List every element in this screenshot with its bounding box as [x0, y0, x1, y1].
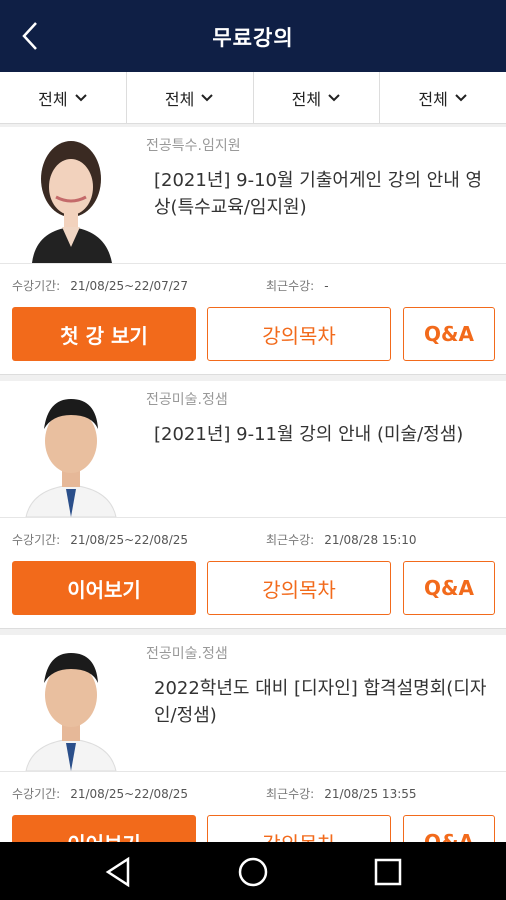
- period-label: 수강기간:: [12, 279, 61, 293]
- period-info: 수강기간: 21/08/25~22/07/27: [12, 277, 188, 294]
- course-title[interactable]: [2021년] 9-10월 기출어게인 강의 안내 영상(특수교육/임지원): [154, 167, 494, 221]
- recent-label: 최근수강:: [266, 787, 315, 801]
- filter-bar: 전체 전체 전체 전체: [0, 72, 506, 124]
- qa-button[interactable]: Q&A: [403, 815, 495, 842]
- divider: [0, 263, 506, 264]
- qa-button[interactable]: Q&A: [403, 561, 495, 615]
- recent-info: 최근수강: 21/08/25 13:55: [266, 785, 417, 802]
- lecture-toc-button[interactable]: 강의목차: [207, 307, 391, 361]
- first-lecture-button[interactable]: 첫 강 보기: [12, 307, 196, 361]
- recent-label: 최근수강:: [266, 533, 315, 547]
- chevron-down-icon: [455, 93, 467, 101]
- period-label: 수강기간:: [12, 533, 61, 547]
- recent-label: 최근수강:: [266, 279, 315, 293]
- system-nav-bar: [0, 842, 506, 900]
- recent-info: 최근수강: -: [266, 277, 329, 294]
- recents-square-icon[interactable]: [372, 856, 404, 888]
- instructor-photo: [12, 131, 130, 263]
- period-info: 수강기간: 21/08/25~22/08/25: [12, 531, 188, 548]
- filter-dropdown-3[interactable]: 전체: [254, 72, 381, 123]
- recent-info: 최근수강: 21/08/28 15:10: [266, 531, 417, 548]
- filter-label: 전체: [164, 89, 195, 109]
- home-circle-icon[interactable]: [237, 856, 269, 888]
- period-label: 수강기간:: [12, 787, 61, 801]
- chevron-down-icon: [328, 93, 340, 101]
- lecture-toc-button[interactable]: 강의목차: [207, 815, 391, 842]
- app-header: 무료강의: [0, 0, 506, 72]
- filter-label: 전체: [291, 89, 322, 109]
- period-value: 21/08/25~22/08/25: [70, 533, 189, 547]
- course-category: 전공미술.정샘: [146, 646, 228, 662]
- filter-label: 전체: [38, 89, 68, 109]
- continue-button[interactable]: 이어보기: [12, 561, 196, 615]
- divider: [0, 771, 506, 772]
- chevron-down-icon: [74, 93, 87, 101]
- course-card[interactable]: 전공미술.정샘 2022학년도 대비 [디자인] 합격설명회(디자인/정샘) 수…: [0, 635, 506, 842]
- lecture-toc-button[interactable]: 강의목차: [207, 561, 391, 615]
- course-card[interactable]: 전공미술.정샘 [2021년] 9-11월 강의 안내 (미술/정샘) 수강기간…: [0, 381, 506, 629]
- course-list[interactable]: 전공특수.임지원 [2021년] 9-10월 기출어게인 강의 안내 영상(특수…: [0, 125, 506, 842]
- course-card[interactable]: 전공특수.임지원 [2021년] 9-10월 기출어게인 강의 안내 영상(특수…: [0, 127, 506, 375]
- recent-value: 21/08/25 13:55: [324, 787, 417, 801]
- period-value: 21/08/25~22/07/27: [70, 279, 189, 293]
- filter-dropdown-2[interactable]: 전체: [127, 72, 254, 123]
- qa-button[interactable]: Q&A: [403, 307, 495, 361]
- course-title[interactable]: [2021년] 9-11월 강의 안내 (미술/정샘): [154, 421, 494, 448]
- filter-dropdown-4[interactable]: 전체: [380, 72, 506, 123]
- chevron-down-icon: [201, 93, 214, 101]
- continue-button[interactable]: 이어보기: [12, 815, 196, 842]
- course-title[interactable]: 2022학년도 대비 [디자인] 합격설명회(디자인/정샘): [154, 675, 494, 729]
- divider: [0, 517, 506, 518]
- filter-dropdown-1[interactable]: 전체: [0, 72, 127, 123]
- instructor-photo: [12, 385, 130, 517]
- back-triangle-icon[interactable]: [102, 856, 134, 888]
- period-value: 21/08/25~22/08/25: [70, 787, 189, 801]
- instructor-photo: [12, 639, 130, 771]
- filter-label: 전체: [418, 89, 448, 109]
- page-title: 무료강의: [212, 26, 294, 50]
- course-category: 전공특수.임지원: [146, 138, 241, 154]
- recent-value: -: [324, 279, 329, 293]
- period-info: 수강기간: 21/08/25~22/08/25: [12, 785, 188, 802]
- course-category: 전공미술.정샘: [146, 392, 228, 408]
- recent-value: 21/08/28 15:10: [324, 533, 417, 547]
